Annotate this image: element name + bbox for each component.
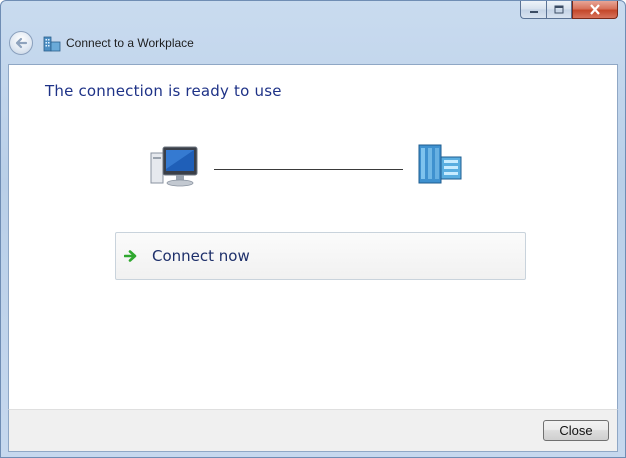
workplace-icon <box>43 36 61 52</box>
maximize-button[interactable] <box>546 1 572 19</box>
dialog-window: Connect to a Workplace The connection is… <box>0 0 626 458</box>
back-arrow-icon <box>15 37 28 49</box>
dialog-footer: Close <box>8 409 618 452</box>
maximize-icon <box>554 5 564 14</box>
close-button[interactable]: Close <box>543 420 609 441</box>
window-title: Connect to a Workplace <box>66 36 194 50</box>
connect-now-button[interactable]: Connect now <box>115 232 526 280</box>
connection-line <box>214 169 403 170</box>
close-window-button[interactable] <box>572 1 618 19</box>
caption-buttons <box>520 1 618 20</box>
minimize-icon <box>529 10 538 13</box>
minimize-button[interactable] <box>520 1 546 19</box>
connection-diagram <box>147 140 467 190</box>
title-bar: Connect to a Workplace <box>9 29 194 57</box>
back-button[interactable] <box>9 31 33 55</box>
computer-icon <box>150 146 198 187</box>
green-arrow-icon <box>124 250 137 262</box>
content-area: The connection is ready to use Connect n… <box>8 64 618 410</box>
page-title: The connection is ready to use <box>45 82 282 100</box>
workplace-building-icon <box>418 144 462 184</box>
connect-now-label: Connect now <box>152 247 250 265</box>
close-icon <box>590 4 600 15</box>
